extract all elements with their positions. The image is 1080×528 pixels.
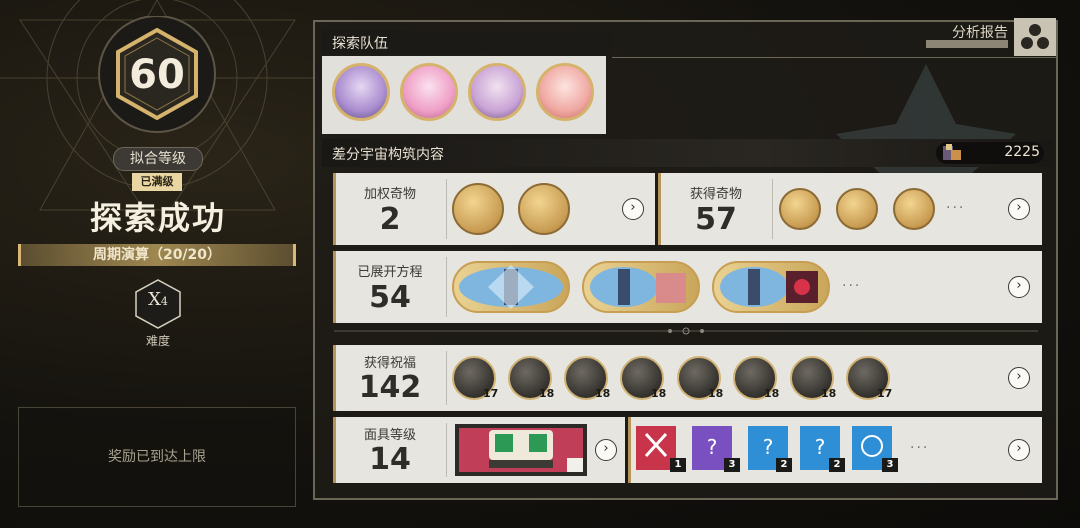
masks-title: 面具等级 — [363, 428, 416, 443]
mask-card-level: 3 — [724, 458, 740, 472]
svg-text:?: ? — [815, 435, 826, 459]
weighted-curio-item[interactable] — [518, 183, 570, 235]
obtained-curios-title: 获得奇物 — [689, 187, 742, 202]
team-member-avatar[interactable] — [536, 63, 594, 121]
difficulty-value: X4 — [148, 289, 168, 310]
blessings-title: 获得祝福 — [363, 356, 416, 371]
build-content-title: 差分宇宙构筑内容 — [332, 147, 444, 163]
equation-art-icon — [590, 267, 686, 307]
mask-level-expand-button[interactable]: › — [595, 439, 617, 461]
section-separator — [334, 327, 1038, 335]
row-divider — [772, 179, 773, 239]
obtained-curio-item[interactable] — [779, 188, 821, 230]
obtained-curios-expand-button[interactable]: › — [1008, 198, 1030, 220]
level-label: 拟合等级 — [113, 147, 203, 171]
weighted-curios-count: 2 — [379, 202, 401, 237]
mask-card-level: 2 — [829, 458, 845, 472]
equation-item[interactable] — [582, 261, 700, 313]
obtained-curios-more: ··· — [946, 200, 966, 216]
equation-art-icon — [720, 267, 818, 307]
mask-items-more: ··· — [910, 440, 930, 456]
blessing-level: 18 — [708, 387, 724, 400]
equations-more: ··· — [842, 278, 862, 294]
row-accent — [658, 173, 661, 245]
left-panel: 60 拟合等级 已满级 探索成功 周期演算（20/20） X4 难度 奖励已到达… — [0, 0, 318, 528]
row-divider — [446, 423, 447, 477]
row-divider — [446, 257, 447, 317]
weighted-curios-title: 加权奇物 — [363, 187, 416, 202]
difficulty-label: 难度 — [145, 334, 170, 348]
analysis-report-icon[interactable] — [1014, 18, 1056, 56]
team-member-avatar[interactable] — [468, 63, 526, 121]
level-number: 60 — [129, 52, 185, 98]
team-title: 探索队伍 — [332, 36, 388, 52]
blessing-level: 18 — [821, 387, 837, 400]
mask-card-level: 3 — [882, 458, 898, 472]
row-accent — [333, 173, 336, 245]
blessings-expand-button[interactable]: › — [1008, 367, 1030, 389]
exploration-result: 探索成功 — [89, 199, 226, 237]
blessings-count: 142 — [358, 370, 422, 405]
obtained-curio-item[interactable] — [836, 188, 878, 230]
row-divider — [446, 351, 447, 405]
masks-count: 14 — [369, 442, 411, 477]
weighted-curios-expand-button[interactable]: › — [622, 198, 644, 220]
reward-status: 奖励已到达上限 — [18, 407, 296, 507]
obtained-curio-item[interactable] — [893, 188, 935, 230]
equations-title: 已展开方程 — [357, 265, 423, 280]
analysis-report-subtitle — [926, 40, 1008, 48]
obtained-curios-count: 57 — [695, 202, 737, 237]
equations-expand-button[interactable]: › — [1008, 276, 1030, 298]
team-header: 探索队伍 — [322, 30, 612, 54]
svg-text:?: ? — [763, 435, 774, 459]
mask-card-level: 2 — [776, 458, 792, 472]
equations-count: 54 — [369, 280, 411, 315]
row-accent — [333, 417, 336, 483]
currency-value: 2225 — [1004, 144, 1040, 160]
mask-item-icon[interactable] — [455, 424, 587, 476]
equation-art-icon — [459, 265, 563, 309]
mask-card-level: 1 — [670, 458, 686, 472]
row-accent — [333, 345, 336, 411]
team-member-avatar[interactable] — [332, 63, 390, 121]
equation-item[interactable] — [712, 261, 830, 313]
max-level-badge: 已满级 — [132, 173, 182, 191]
blessing-level: 18 — [764, 387, 780, 400]
row-accent — [628, 417, 631, 483]
row-accent — [333, 251, 336, 323]
cycle-counter: 周期演算（20/20） — [18, 244, 296, 266]
blessing-level: 17 — [877, 387, 893, 400]
row-divider — [446, 179, 447, 239]
blessing-level: 18 — [595, 387, 611, 400]
team-member-avatar[interactable] — [400, 63, 458, 121]
analysis-report-label: 分析报告 — [952, 25, 1008, 41]
svg-text:?: ? — [707, 435, 718, 459]
weighted-curio-item[interactable] — [452, 183, 504, 235]
equation-item[interactable] — [452, 261, 570, 313]
blessing-level: 18 — [651, 387, 667, 400]
mask-items-expand-button[interactable]: › — [1008, 439, 1030, 461]
blessing-level: 18 — [539, 387, 555, 400]
blessing-level: 17 — [483, 387, 499, 400]
cosmic-fragment-icon — [943, 144, 961, 160]
